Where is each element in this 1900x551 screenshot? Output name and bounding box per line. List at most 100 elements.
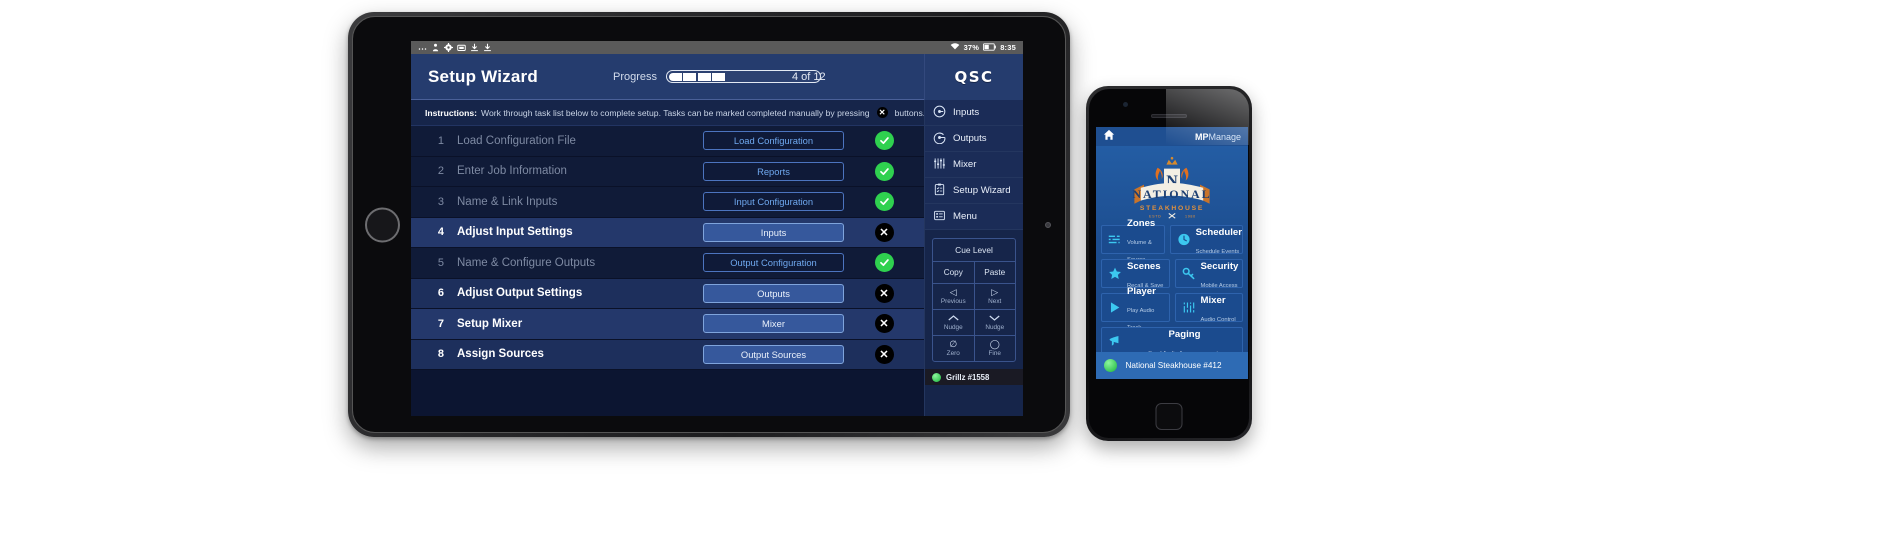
task-name: Adjust Input Settings [457,226,573,239]
task-row[interactable]: 8 Assign Sources Output Sources ✕ [411,339,924,370]
phone-tile-mixer[interactable]: Mixer Audio Control [1174,293,1243,323]
nudge-down-button[interactable]: Nudge [975,310,1016,335]
circle-icon: ◯ [989,339,1000,349]
clock-icon [1177,232,1191,247]
task-action-button[interactable]: Outputs [703,283,844,303]
logo-estd-right: 1980 [1185,214,1196,218]
paste-button[interactable]: Paste [975,262,1016,283]
instructions-bar: Instructions: Work through task list bel… [411,100,925,126]
phone-tile-row: PlayerPlay Audio Track Mixer Audio Control [1101,286,1243,331]
phone-tile-security[interactable]: Security Mobile Access [1174,259,1243,289]
task-number: 4 [437,226,444,239]
previous-button[interactable]: ◁ Previous [933,284,975,309]
copy-button[interactable]: Copy [933,262,975,283]
progress-group: Progress [613,70,822,83]
tablet-home-button[interactable] [365,207,400,242]
mp-manage-brand: MPManage [1195,132,1241,142]
pad-row-nudge: Nudge Nudge [933,310,1015,336]
sidebar-item-outputs[interactable]: Outputs [925,126,1023,152]
main-content: Instructions: Work through task list bel… [411,100,925,416]
task-status[interactable] [844,131,924,151]
task-action-button[interactable]: Inputs [703,222,844,242]
home-icon[interactable] [1103,128,1115,146]
phone-home-button[interactable] [1155,403,1183,430]
battery-icon [983,42,997,53]
tile-subtitle: Mobile Access [1200,282,1238,289]
faders-icon [1182,300,1196,315]
restaurant-logo: N NATIONAL STEAKHOUSE ESTD 1980 [1096,146,1248,225]
task-status[interactable]: ✕ [844,283,924,303]
screenshot-stage: 37% 8:35 Setup Wizard Progress 4 of 12 Q… [0,0,1900,551]
task-row[interactable]: 2 Enter Job Information Reports [411,156,924,187]
brand-light: Manage [1208,131,1241,142]
task-action-button[interactable]: Output Configuration [703,253,844,273]
clipboard-checklist-icon [933,183,946,199]
crown-icon [1166,156,1178,165]
brand-logo-container: QSC [924,54,1023,100]
instructions-text: Work through task list below to complete… [481,107,870,118]
task-status[interactable]: ✕ [844,314,924,334]
app-header: Setup Wizard Progress 4 of 12 QSC [411,54,1023,100]
phone-tile-scheduler[interactable]: Scheduler Schedule Events [1169,225,1243,255]
task-action-button[interactable]: Load Configuration [703,131,844,151]
task-status[interactable]: ✕ [844,222,924,242]
nudge-up-button[interactable]: Nudge [933,310,975,335]
status-bar-right: 37% 8:35 [950,42,1016,53]
star-icon [1108,266,1122,281]
phone-tile-zones[interactable]: ZonesVolume & Source [1101,218,1165,263]
progress-count: 4 of 12 [792,70,826,83]
task-action-button[interactable]: Input Configuration [703,192,844,212]
close-icon[interactable]: ✕ [874,344,894,364]
phone-tile-row: ZonesVolume & Source Scheduler Schedule Ev… [1101,218,1243,263]
task-list: 1 Load Configuration File Load Configurati… [411,126,924,370]
task-number: 8 [437,348,444,361]
app-body: Instructions: Work through task list bel… [411,100,1023,416]
phone-tile-player[interactable]: PlayerPlay Audio Track [1101,286,1170,331]
key-icon [1182,266,1196,281]
zero-button[interactable]: ∅ Zero [933,336,975,361]
task-name: Assign Sources [457,348,544,361]
nudge-up-label: Nudge [943,324,963,331]
device-status-bar: Grillz #1558 [925,369,1023,385]
check-icon[interactable] [874,161,894,181]
task-row[interactable]: 7 Setup Mixer Mixer ✕ [411,309,924,340]
close-icon[interactable]: ✕ [874,222,894,242]
task-name: Load Configuration File [457,134,576,147]
check-icon[interactable] [874,192,894,212]
sidebar-item-inputs[interactable]: Inputs [925,100,1023,126]
task-status[interactable] [844,161,924,181]
task-status[interactable] [844,253,924,273]
sidebar-item-mixer[interactable]: Mixer [925,152,1023,178]
check-icon[interactable] [874,131,894,151]
cue-level-button[interactable]: Cue Level [933,239,1015,262]
tile-subtitle: Schedule Events [1195,248,1240,255]
sidebar-item-menu[interactable]: Menu [925,204,1023,230]
fine-label: Fine [988,350,1001,357]
pad-row-zero-fine: ∅ Zero ◯ Fine [933,336,1015,361]
check-icon[interactable] [874,253,894,273]
phone-footer: National Steakhouse #412 [1096,352,1248,379]
task-row[interactable]: 4 Adjust Input Settings Inputs ✕ [411,217,924,248]
task-row[interactable]: 5 Name & Configure Outputs Output Configur… [411,248,924,279]
next-button[interactable]: ▷ Next [975,284,1016,309]
task-action-button[interactable]: Output Sources [703,344,844,364]
task-status[interactable] [844,192,924,212]
sidebar-item-label: Inputs [953,107,980,118]
sidebar-nav: Inputs Outputs Mixer Setup Wizard Menu [925,100,1023,230]
previous-label: Previous [940,298,966,305]
task-action-button[interactable]: Mixer [703,314,844,334]
sidebar-item-setup-wizard[interactable]: Setup Wizard [925,178,1023,204]
fine-button[interactable]: ◯ Fine [975,336,1016,361]
logo-wordmark: NATIONAL [1132,187,1211,201]
task-row[interactable]: 1 Load Configuration File Load Configurati… [411,126,924,157]
sliders-icon [1108,232,1122,247]
progress-segment [697,72,711,81]
task-row[interactable]: 6 Adjust Output Settings Outputs ✕ [411,278,924,309]
task-action-button[interactable]: Reports [703,161,844,181]
close-icon[interactable]: ✕ [874,283,894,303]
close-icon[interactable]: ✕ [874,314,894,334]
national-steakhouse-logo: N NATIONAL STEAKHOUSE ESTD 1980 [1132,156,1211,219]
sidebar-item-label: Outputs [953,133,987,144]
task-row[interactable]: 3 Name & Link Inputs Input Configuration [411,187,924,218]
task-status[interactable]: ✕ [844,344,924,364]
